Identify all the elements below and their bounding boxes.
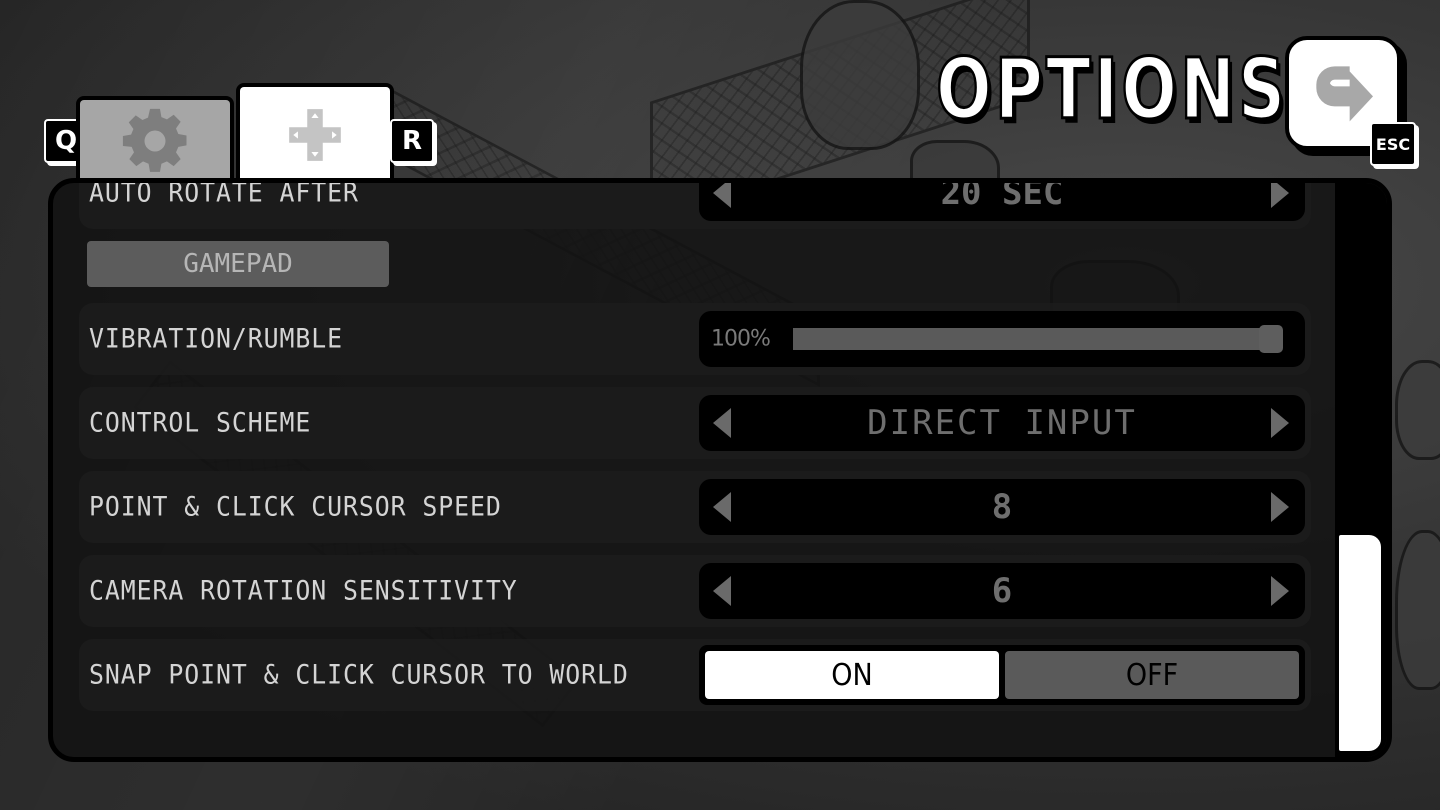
selector-value: 20 SEC (940, 178, 1064, 213)
setting-label: POINT & CLICK CURSOR SPEED (89, 491, 502, 523)
setting-label: SNAP POINT & CLICK CURSOR TO WORLD (89, 659, 629, 691)
slider-value: 100% (711, 326, 771, 352)
setting-label: VIBRATION/RUMBLE (89, 323, 344, 355)
options-list: AUTO ROTATE AFTER 20 SEC GAMEPAD VIBRATI… (79, 178, 1311, 723)
setting-row-cursor-speed[interactable]: POINT & CLICK CURSOR SPEED 8 (79, 471, 1311, 543)
setting-label: AUTO ROTATE AFTER (89, 178, 359, 209)
page-title: OPTIONS (935, 39, 1289, 140)
camera-sensitivity-selector[interactable]: 6 (699, 563, 1305, 619)
arrow-right-icon[interactable] (1271, 408, 1289, 438)
slider-fill (793, 328, 1277, 350)
setting-row-auto-rotate[interactable]: AUTO ROTATE AFTER 20 SEC (79, 178, 1311, 229)
control-scheme-selector[interactable]: DIRECT INPUT (699, 395, 1305, 451)
toggle-on-button[interactable]: ON (705, 651, 999, 699)
setting-label: CAMERA ROTATION SENSITIVITY (89, 575, 518, 607)
return-arrow-icon (1316, 66, 1373, 122)
snap-cursor-toggle[interactable]: ON OFF (699, 645, 1305, 705)
setting-row-snap-cursor[interactable]: SNAP POINT & CLICK CURSOR TO WORLD ON OF… (79, 639, 1311, 711)
escape-key[interactable]: ESC (1370, 122, 1416, 166)
selector-value: 8 (991, 487, 1013, 527)
gear-icon (122, 108, 187, 172)
background-tree (800, 0, 920, 150)
cursor-speed-selector[interactable]: 8 (699, 479, 1305, 535)
vibration-slider[interactable]: 100% (699, 311, 1305, 367)
arrow-right-icon[interactable] (1271, 183, 1289, 208)
toggle-off-button[interactable]: OFF (1005, 651, 1299, 699)
section-header-gamepad: GAMEPAD (87, 241, 389, 287)
arrow-right-icon[interactable] (1271, 576, 1289, 606)
setting-row-vibration[interactable]: VIBRATION/RUMBLE 100% (79, 303, 1311, 375)
scrollbar-thumb[interactable] (1339, 535, 1381, 751)
scrollbar-track[interactable] (1335, 183, 1387, 757)
setting-label: CONTROL SCHEME (89, 407, 312, 439)
dpad-icon (289, 108, 341, 161)
slider-track[interactable] (793, 325, 1283, 353)
slider-handle[interactable] (1259, 325, 1283, 353)
background-tree (1395, 530, 1440, 690)
arrow-right-icon[interactable] (1271, 492, 1289, 522)
tab-gamepad[interactable] (236, 83, 394, 182)
selector-value: 6 (991, 571, 1013, 611)
next-tab-key-r[interactable]: R (390, 119, 434, 163)
setting-row-control-scheme[interactable]: CONTROL SCHEME DIRECT INPUT (79, 387, 1311, 459)
options-panel: AUTO ROTATE AFTER 20 SEC GAMEPAD VIBRATI… (48, 178, 1392, 762)
tab-settings[interactable] (76, 96, 234, 182)
background-tree (1395, 360, 1440, 460)
auto-rotate-selector[interactable]: 20 SEC (699, 178, 1305, 221)
setting-row-camera-sensitivity[interactable]: CAMERA ROTATION SENSITIVITY 6 (79, 555, 1311, 627)
selector-value: DIRECT INPUT (867, 403, 1137, 443)
